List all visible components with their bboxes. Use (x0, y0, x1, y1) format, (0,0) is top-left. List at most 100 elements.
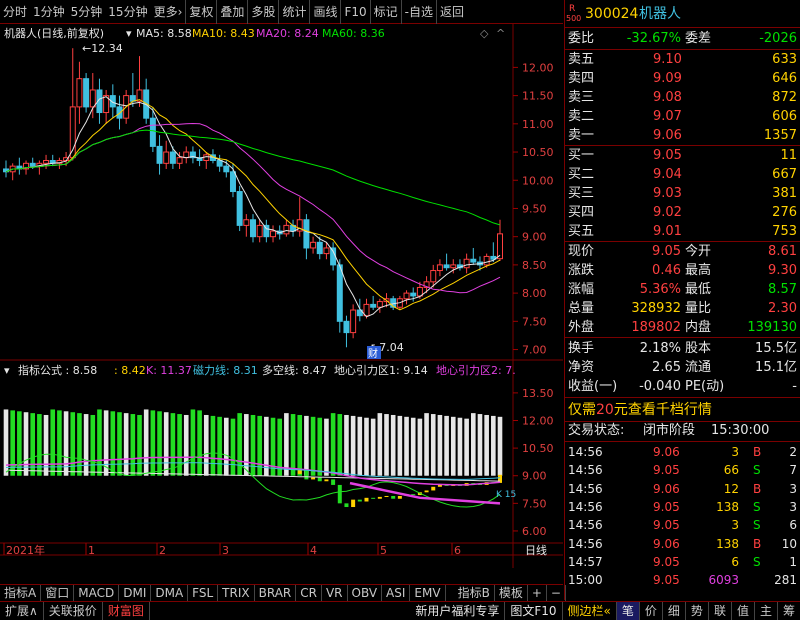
ind-candle (311, 477, 316, 480)
overlay-button[interactable]: 叠加 (216, 0, 247, 24)
tab-cr[interactable]: CR (296, 585, 322, 601)
stat-value: 9.05 (652, 244, 681, 259)
tab-trix[interactable]: TRIX (218, 585, 255, 601)
multi-stock-button[interactable]: 多股 (247, 0, 278, 24)
promo-banner[interactable]: 仅需20元查看千档行情 (565, 400, 800, 420)
tick-count: 1 (789, 554, 797, 569)
bid-label: 买二 (568, 167, 595, 182)
stat-label: 股本 (685, 341, 712, 356)
tab-asi[interactable]: ASI (382, 585, 411, 601)
candle-body (310, 241, 317, 249)
ind-bar (3, 409, 9, 476)
candle-body (116, 106, 123, 119)
ask-price: 9.09 (653, 71, 682, 86)
webi-value: -32.67% (626, 31, 681, 46)
bid-row: 买五 9.01 753 (565, 223, 800, 241)
wealth-chart-button[interactable]: 财富图 (103, 602, 150, 620)
tab-value[interactable]: 值 (732, 602, 755, 620)
tab-dma[interactable]: DMA (151, 585, 189, 601)
ind-candle (297, 470, 302, 474)
ind-bar (444, 415, 449, 476)
ind-bar (217, 416, 222, 476)
tab-vr[interactable]: VR (322, 585, 348, 601)
ask-row: 卖一 9.06 1357 (565, 127, 800, 145)
watchlist-remove-button[interactable]: -自选 (400, 0, 436, 24)
ind-bar (364, 417, 369, 476)
tab-1min[interactable]: 1分钟 (30, 0, 68, 24)
more-periods-button[interactable]: 更多› (151, 0, 186, 24)
ind-bar (317, 417, 323, 476)
tab-emv[interactable]: EMV (410, 585, 446, 601)
related-quote-button[interactable]: 关联报价 (44, 602, 103, 620)
tab-intraday[interactable]: 分时 (0, 0, 30, 24)
stat-value: 9.30 (768, 263, 797, 278)
tab-5min[interactable]: 5分钟 (68, 0, 106, 24)
tab-trend[interactable]: 势 (686, 602, 709, 620)
kline-chart-svg[interactable]: 机器人(日线,前复权) ▾ MA5: 8.58 MA10: 8.43 MA20:… (0, 24, 563, 568)
tab-window[interactable]: 窗口 (41, 585, 75, 601)
f10-button[interactable]: F10 (340, 0, 369, 24)
add-pane-button[interactable]: + (528, 585, 547, 601)
trade-status-label: 交易状态: (568, 423, 625, 438)
ind-bar (210, 415, 216, 476)
ind-bar (324, 418, 329, 476)
candle-body (270, 230, 277, 238)
expand-button[interactable]: 扩展∧ (0, 602, 44, 620)
stat-label: 总量 (568, 301, 595, 316)
candle-body (350, 309, 357, 334)
tick-time: 14:56 (568, 518, 603, 533)
ind-bar (404, 416, 409, 476)
tick-side: B (753, 445, 762, 459)
price-tick-label: 7.50 (522, 315, 547, 328)
ask-price: 9.08 (653, 90, 682, 105)
candle-body (303, 219, 310, 249)
stat-value: 2.65 (652, 360, 681, 375)
f10-graphic-button[interactable]: 图文F10 (505, 602, 563, 620)
tab-chips[interactable]: 筹 (778, 602, 800, 620)
ind-bar (230, 418, 236, 476)
mark-button[interactable]: 标记 (369, 0, 401, 24)
tab-macd[interactable]: MACD (74, 585, 120, 601)
tab-detail[interactable]: 细 (663, 602, 686, 620)
ind-tick-label: 12.00 (522, 415, 554, 428)
chart-area[interactable]: 机器人(日线,前复权) ▾ MA5: 8.58 MA10: 8.43 MA20:… (0, 24, 563, 568)
stat-label: 最高 (685, 263, 712, 278)
tab-obv[interactable]: OBV (348, 585, 383, 601)
tab-brar[interactable]: BRAR (255, 585, 297, 601)
tab-linked[interactable]: 联 (709, 602, 732, 620)
tab-dmi[interactable]: DMI (119, 585, 152, 601)
ind-bar (10, 410, 15, 476)
bid-label: 买五 (568, 224, 595, 239)
tab-indicator-b[interactable]: 指标B (454, 585, 495, 601)
ind-candle (364, 497, 369, 502)
ind-gravity2: 地心引力区2: 7. (436, 363, 516, 377)
stats-button[interactable]: 统计 (278, 0, 309, 24)
ind-bar (430, 414, 436, 476)
candle-body (76, 78, 83, 108)
tab-ticks[interactable]: 笔 (616, 602, 640, 620)
price-tick-label: 8.00 (522, 287, 547, 300)
tick-time: 14:56 (568, 536, 603, 551)
new-user-benefit-button[interactable]: 新用户福利专享 (410, 602, 506, 620)
bid-label: 买一 (568, 148, 595, 163)
ind-tick-label: 9.00 (522, 470, 547, 483)
tick-volume: 3 (731, 518, 739, 533)
stat2-row: 换手 2.18% 股本 15.5亿 (565, 340, 800, 358)
draw-line-button[interactable]: 画线 (309, 0, 340, 24)
tab-fsl[interactable]: FSL (188, 585, 219, 601)
back-button[interactable]: 返回 (436, 0, 467, 24)
webi-label: 委比 (568, 31, 595, 46)
adjust-button[interactable]: 复权 (185, 0, 216, 24)
tab-indicator-a[interactable]: 指标A (0, 585, 42, 601)
tab-price[interactable]: 价 (640, 602, 663, 620)
candle-body (156, 145, 163, 164)
bid-row: 买一 9.05 11 (565, 147, 800, 165)
ind-candle (397, 495, 402, 499)
sidebar-toggle-button[interactable]: 侧边栏« (563, 602, 617, 620)
ind-bar (203, 414, 209, 476)
tab-template[interactable]: 模板 (495, 585, 528, 601)
tab-main[interactable]: 主 (755, 602, 778, 620)
ind-bar (450, 416, 456, 476)
stat-row: 涨跌 0.46 最高 9.30 (565, 262, 800, 280)
tab-15min[interactable]: 15分钟 (105, 0, 150, 24)
